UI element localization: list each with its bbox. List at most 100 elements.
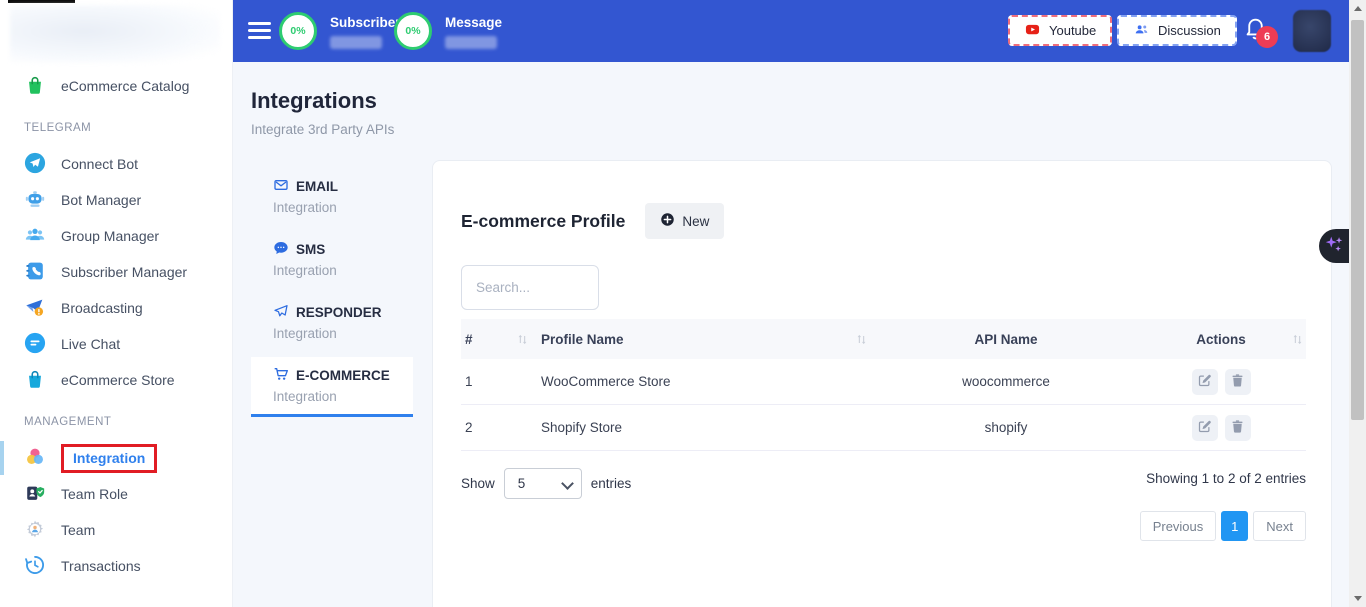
sidebar-item-connect-bot[interactable]: Connect Bot — [0, 146, 232, 182]
notification-bell[interactable]: 6 — [1243, 15, 1273, 47]
current-page-button[interactable]: 1 — [1221, 511, 1248, 541]
show-label: Show — [461, 476, 495, 491]
column-header-actions[interactable]: Actions — [1136, 332, 1306, 347]
previous-page-button[interactable]: Previous — [1140, 511, 1217, 541]
integration-circles-icon — [24, 446, 46, 471]
sidebar-item-team[interactable]: Team — [0, 512, 232, 548]
tab-sms-integration[interactable]: SMS Integration — [251, 231, 413, 288]
sidebar-item-live-chat[interactable]: Live Chat — [0, 326, 232, 362]
new-profile-button[interactable]: New — [645, 203, 724, 239]
search-input[interactable] — [461, 265, 599, 310]
page-size-select[interactable]: 5 — [504, 468, 582, 499]
tab-email-integration[interactable]: EMAIL Integration — [251, 168, 413, 225]
message-progress-ring: 0% — [394, 12, 432, 50]
youtube-icon — [1024, 22, 1041, 40]
sidebar-item-ecommerce-store[interactable]: eCommerce Store — [0, 362, 232, 398]
sidebar-item-label: eCommerce Catalog — [61, 78, 189, 94]
subscriber-stat-label: Subscriber — [330, 12, 401, 30]
delete-button[interactable] — [1225, 415, 1251, 441]
telegram-plane-icon — [24, 152, 46, 177]
sidebar-item-group-manager[interactable]: Group Manager — [0, 218, 232, 254]
discussion-button[interactable]: Discussion — [1117, 15, 1237, 46]
page-size-control: Show 5 entries — [461, 468, 631, 499]
envelope-icon — [273, 177, 289, 196]
sidebar-item-label: Team — [61, 522, 95, 538]
pagination: Previous 1 Next — [461, 511, 1306, 541]
scroll-up-arrow[interactable] — [1349, 0, 1366, 17]
subscriber-stat: 0% Subscriber — [279, 12, 401, 50]
sidebar-section-management: MANAGEMENT — [0, 398, 232, 440]
sidebar-item-label: Bot Manager — [61, 192, 141, 208]
gear-person-icon — [24, 518, 46, 543]
sidebar-item-label: Transactions — [61, 558, 141, 574]
sidebar-item-broadcasting[interactable]: Broadcasting — [0, 290, 232, 326]
message-stat-label: Message — [445, 12, 502, 30]
top-header: 0% Subscriber 0% Message Youtube Discuss… — [233, 0, 1349, 62]
tab-ecommerce-integration[interactable]: E-COMMERCE Integration — [251, 357, 413, 417]
ecommerce-profile-panel: E-commerce Profile New # Profile Name AP… — [432, 160, 1332, 607]
column-header-num[interactable]: # — [461, 332, 537, 347]
edit-button[interactable] — [1192, 415, 1218, 441]
message-stat: 0% Message — [394, 12, 502, 50]
sidebar-item-label: Group Manager — [61, 228, 159, 244]
people-group-icon — [24, 224, 46, 249]
scrollbar-thumb[interactable] — [1351, 20, 1364, 420]
chat-bubble-icon — [24, 332, 46, 357]
subscriber-stat-value-redacted — [330, 36, 382, 49]
table-row: 1 WooCommerce Store woocommerce — [461, 359, 1306, 405]
sidebar-item-team-role[interactable]: Team Role — [0, 476, 232, 512]
profile-name-cell: WooCommerce Store — [537, 374, 876, 389]
sms-bubble-icon — [273, 240, 289, 259]
sidebar-item-label-annotated: Integration — [61, 444, 157, 473]
user-avatar[interactable] — [1293, 10, 1331, 52]
sidebar-item-bot-manager[interactable]: Bot Manager — [0, 182, 232, 218]
sidebar-item-integration[interactable]: Integration — [0, 440, 232, 476]
scroll-down-arrow[interactable] — [1349, 590, 1366, 607]
main-content: Integrations Integrate 3rd Party APIs EM… — [233, 62, 1349, 607]
sidebar-item-label: Live Chat — [61, 336, 120, 352]
next-page-button[interactable]: Next — [1253, 511, 1306, 541]
sidebar-item-label: Team Role — [61, 486, 128, 502]
profile-name-cell: Shopify Store — [537, 420, 876, 435]
sidebar-item-subscriber-manager[interactable]: Subscriber Manager — [0, 254, 232, 290]
api-name-cell: woocommerce — [876, 374, 1136, 389]
robot-icon — [24, 188, 46, 213]
sort-icon — [855, 333, 868, 346]
table-summary: Showing 1 to 2 of 2 entries — [1146, 471, 1306, 486]
hamburger-menu-icon[interactable] — [248, 22, 271, 39]
youtube-button[interactable]: Youtube — [1008, 15, 1112, 46]
shopping-bag-icon — [24, 74, 46, 99]
sidebar-item-ecommerce-catalog[interactable]: eCommerce Catalog — [0, 68, 232, 104]
page-title: Integrations — [251, 88, 377, 114]
sort-icon — [516, 333, 529, 346]
delete-button[interactable] — [1225, 369, 1251, 395]
subscriber-progress-ring: 0% — [279, 12, 317, 50]
sidebar-menu: eCommerce Catalog TELEGRAM Connect Bot B… — [0, 68, 232, 584]
ai-assistant-fab[interactable] — [1319, 229, 1349, 263]
panel-heading: E-commerce Profile — [461, 211, 625, 232]
role-shield-icon — [24, 482, 46, 507]
sidebar-item-transactions[interactable]: Transactions — [0, 548, 232, 584]
tab-responder-integration[interactable]: RESPONDER Integration — [251, 294, 413, 351]
store-bag-icon — [24, 368, 46, 393]
integration-subnav: EMAIL Integration SMS Integration RESPON… — [251, 168, 413, 423]
table-row: 2 Shopify Store shopify — [461, 405, 1306, 451]
sidebar-item-label: Broadcasting — [61, 300, 143, 316]
message-stat-value-redacted — [445, 36, 497, 49]
column-header-api-name[interactable]: API Name — [876, 332, 1136, 347]
broadcast-plane-icon — [24, 296, 46, 321]
contact-book-icon — [24, 260, 46, 285]
sidebar-item-label: eCommerce Store — [61, 372, 175, 388]
column-header-profile-name[interactable]: Profile Name — [537, 332, 876, 347]
edit-pencil-icon — [1197, 373, 1212, 391]
sidebar-item-label: Subscriber Manager — [61, 264, 187, 280]
sidebar-item-label: Connect Bot — [61, 156, 138, 172]
page-subtitle: Integrate 3rd Party APIs — [251, 122, 394, 137]
trash-icon — [1230, 419, 1245, 437]
history-clock-icon — [24, 554, 46, 579]
edit-button[interactable] — [1192, 369, 1218, 395]
logo-top-bar — [8, 0, 75, 3]
trash-icon — [1230, 373, 1245, 391]
sparkles-icon — [1323, 233, 1345, 260]
vertical-scrollbar[interactable] — [1349, 0, 1366, 607]
